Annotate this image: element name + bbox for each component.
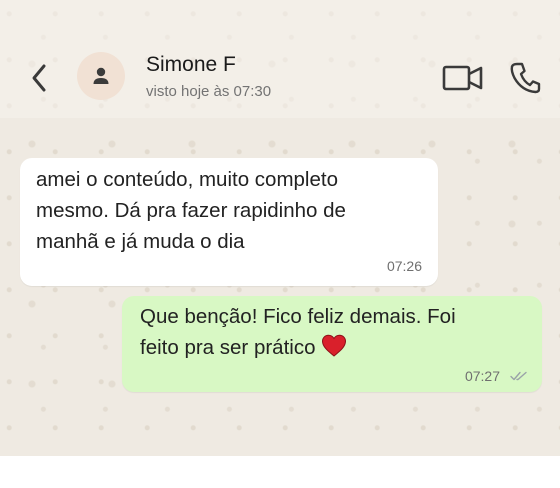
chat-screen: Simone F visto hoje às 07:30 amei o cont…	[0, 0, 560, 456]
message-text-container: Que benção! Fico feliz demais. Foi feito…	[140, 301, 520, 363]
incoming-message-bubble[interactable]: amei o conteúdo, muito completo mesmo. D…	[20, 158, 438, 286]
person-icon	[93, 67, 109, 84]
message-text: amei o conteúdo, muito completo mesmo. D…	[36, 168, 346, 253]
avatar[interactable]	[77, 52, 125, 100]
red-heart-icon	[322, 334, 347, 357]
outgoing-message-bubble[interactable]: Que benção! Fico feliz demais. Foi feito…	[122, 296, 542, 392]
message-text: Que benção! Fico feliz demais. Foi feito…	[140, 305, 456, 359]
contact-name[interactable]: Simone F	[146, 53, 236, 77]
message-time: 07:26	[386, 258, 422, 274]
double-check-icon	[510, 371, 527, 381]
video-call-button[interactable]	[442, 64, 484, 97]
message-time: 07:27	[464, 368, 500, 384]
contact-last-seen: visto hoje às 07:30	[146, 83, 272, 100]
video-camera-icon	[442, 65, 483, 91]
back-button[interactable]	[26, 60, 54, 96]
chevron-left-icon	[32, 64, 46, 92]
phone-icon	[510, 62, 541, 94]
chat-header: Simone F visto hoje às 07:30	[0, 0, 560, 118]
voice-call-button[interactable]	[509, 61, 541, 100]
